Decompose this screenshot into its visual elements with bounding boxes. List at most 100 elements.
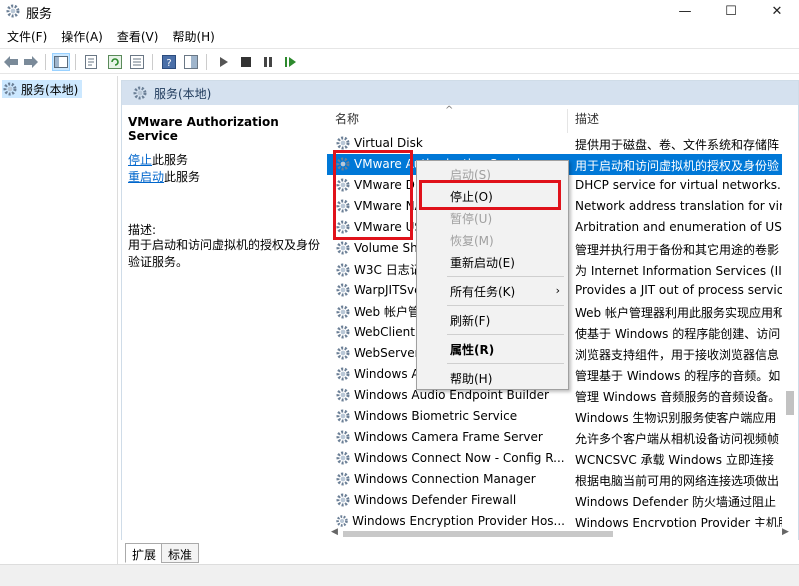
menu-item-refresh[interactable]: 刷新(F) xyxy=(417,309,568,331)
service-description: Windows 生物识别服务使客户端应用 xyxy=(575,411,777,425)
column-desc-label: 描述 xyxy=(575,112,600,126)
tab-standard[interactable]: 标准 xyxy=(161,543,200,563)
window-title: 服务 xyxy=(26,7,53,22)
service-description: 用于启动和访问虚拟机的授权及身份验 xyxy=(575,159,780,173)
service-description: 浏览器支持组件，用于接收浏览器信息 xyxy=(575,348,780,362)
services-gear-icon xyxy=(133,86,147,100)
horizontal-scrollbar[interactable]: ◀ ▶ xyxy=(327,527,798,540)
description-label: 描述: xyxy=(128,223,157,237)
service-description: Network address translation for vir xyxy=(575,199,784,213)
column-header-description[interactable]: 描述 xyxy=(567,105,798,133)
service-gear-icon xyxy=(336,283,350,297)
selected-service-name: VMware Authorization Service xyxy=(128,115,279,143)
submenu-arrow-icon: › xyxy=(555,284,560,297)
menu-item-help[interactable]: 帮助(H) xyxy=(417,367,568,389)
pause-service-icon[interactable] xyxy=(259,53,277,71)
service-name: WarpJITSvc xyxy=(354,283,421,297)
service-row[interactable]: Windows Defender Firewall Windows Defende… xyxy=(327,490,798,511)
service-description: 允许多个客户端从相机设备访问视频帧 xyxy=(575,432,780,446)
service-gear-icon xyxy=(336,136,350,150)
service-row[interactable]: Windows Biometric Service Windows 生物识别服务使… xyxy=(327,406,798,427)
show-hide-console-tree-icon[interactable] xyxy=(52,53,70,71)
service-gear-icon xyxy=(336,430,350,444)
service-description: 管理基于 Windows 的程序的音频。如 xyxy=(575,369,781,383)
service-name-cell: Virtual Disk xyxy=(335,135,565,151)
highlight-vmware-services xyxy=(333,150,413,240)
svg-text:?: ? xyxy=(166,58,171,69)
service-gear-icon xyxy=(336,263,350,276)
help-icon[interactable]: ? xyxy=(160,53,178,71)
menu-item-pause[interactable]: 暂停(U) xyxy=(417,207,568,229)
menu-item-restart[interactable]: 重新启动(E) xyxy=(417,251,568,273)
menu-item-all-tasks[interactable]: 所有任务(K) › xyxy=(417,280,568,302)
service-name: Virtual Disk xyxy=(354,136,423,150)
refresh-icon[interactable] xyxy=(106,53,124,71)
description-text: 用于启动和访问虚拟机的授权及身份验证服务。 xyxy=(128,238,321,269)
service-name: Windows Connect Now - Config R... xyxy=(354,451,565,465)
tree-item-services-local[interactable]: 服务(本地) xyxy=(2,80,83,98)
view-icon[interactable] xyxy=(182,53,200,71)
service-description: 使基于 Windows 的程序能创建、访问 xyxy=(575,327,781,341)
vertical-scrollbar[interactable] xyxy=(782,105,798,527)
vertical-scroll-thumb[interactable] xyxy=(786,391,794,415)
maximize-button[interactable]: ☐ xyxy=(708,0,754,22)
menu-bar: 文件(F) 操作(A) 查看(V) 帮助(H) xyxy=(0,26,799,46)
service-row[interactable]: Windows Connection Manager 根据电脑当前可用的网络连接选… xyxy=(327,469,798,490)
tree-item-label: 服务(本地) xyxy=(21,82,79,97)
scroll-right-icon[interactable]: ▶ xyxy=(782,527,789,537)
menu-item-resume[interactable]: 恢复(M) xyxy=(417,229,568,251)
service-description: WCNCSVC 承载 Windows 立即连接 xyxy=(575,453,774,467)
toolbar: ? xyxy=(0,48,799,74)
services-gear-icon xyxy=(6,4,20,18)
column-header-name[interactable]: 名称 xyxy=(327,105,567,133)
column-name-label: 名称 xyxy=(335,112,360,126)
service-name: Windows Defender Firewall xyxy=(354,493,517,507)
export-list-icon[interactable] xyxy=(128,53,146,71)
menu-item-all-tasks-label: 所有任务(K) xyxy=(450,284,516,299)
stop-service-link[interactable]: 停止 xyxy=(128,153,152,167)
panel-header: 服务(本地) xyxy=(122,81,798,105)
service-description: 根据电脑当前可用的网络连接选项做出 xyxy=(575,474,780,488)
close-button[interactable]: ✕ xyxy=(754,0,799,22)
service-description: 为 Internet Information Services (IIS xyxy=(575,264,790,278)
service-gear-icon xyxy=(336,325,350,339)
services-gear-icon xyxy=(3,82,17,96)
service-gear-icon xyxy=(336,241,350,255)
start-service-icon[interactable] xyxy=(215,53,233,71)
stop-service-suffix: 此服务 xyxy=(152,153,189,167)
service-gear-icon xyxy=(336,451,350,465)
horizontal-scroll-thumb[interactable] xyxy=(343,531,613,537)
service-row[interactable]: Windows Connect Now - Config R... WCNCSVC… xyxy=(327,448,798,469)
service-name-cell: Windows Connection Manager xyxy=(335,471,565,487)
service-name-cell: Windows Connect Now - Config R... xyxy=(335,450,565,466)
service-description: Windows Defender 防火墙通过阻止 xyxy=(575,495,776,509)
tab-extended[interactable]: 扩展 xyxy=(125,543,164,563)
service-name: WebServer xyxy=(354,346,420,360)
service-row[interactable]: Windows Camera Frame Server 允许多个客户端从相机设备访… xyxy=(327,427,798,448)
forward-icon[interactable] xyxy=(22,53,40,71)
service-description: 管理并执行用于备份和其它用途的卷影 xyxy=(575,243,780,257)
service-description: Web 帐户管理器利用此服务实现应用和 xyxy=(575,306,785,320)
scroll-left-icon[interactable]: ◀ xyxy=(331,527,338,537)
description-pane: VMware Authorization Service 停止此服务 重启动此服… xyxy=(122,105,327,541)
menu-view[interactable]: 查看(V) xyxy=(110,26,166,46)
restart-service-link[interactable]: 重启动 xyxy=(128,170,164,184)
service-description: Arbitration and enumeration of USB xyxy=(575,220,791,234)
service-name: Windows Connection Manager xyxy=(354,472,536,486)
restart-service-icon[interactable] xyxy=(282,53,300,71)
status-bar xyxy=(0,564,799,586)
view-tabs: 扩展 标准 xyxy=(121,541,799,563)
back-icon[interactable] xyxy=(2,53,20,71)
menu-help[interactable]: 帮助(H) xyxy=(165,26,221,46)
properties-sheet-icon[interactable] xyxy=(82,53,100,71)
service-gear-icon xyxy=(336,472,350,486)
service-gear-icon xyxy=(336,493,350,507)
service-gear-icon xyxy=(336,305,350,318)
menu-file[interactable]: 文件(F) xyxy=(0,26,54,46)
stop-service-icon[interactable] xyxy=(237,53,255,71)
service-gear-icon xyxy=(336,409,350,423)
menu-item-properties[interactable]: 属性(R) xyxy=(417,338,568,360)
service-gear-icon xyxy=(336,367,350,381)
menu-action[interactable]: 操作(A) xyxy=(54,26,110,46)
minimize-button[interactable]: — xyxy=(662,0,708,22)
